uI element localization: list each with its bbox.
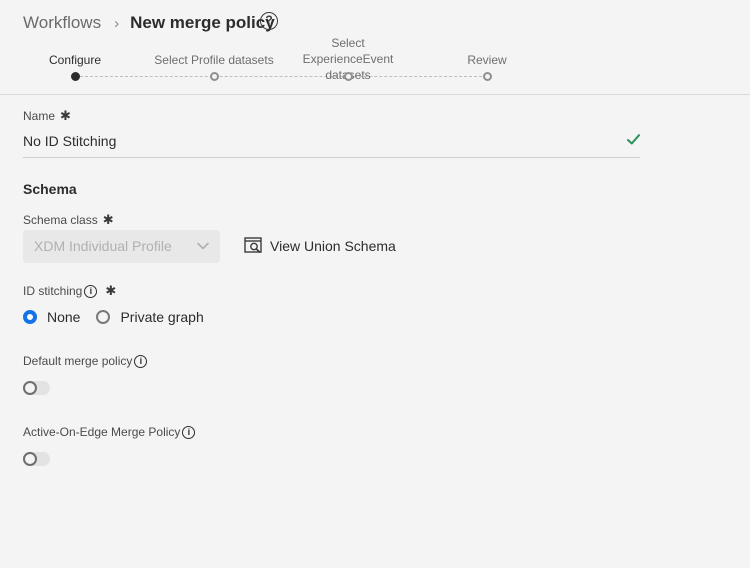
info-icon[interactable]: i <box>134 354 148 368</box>
stepper: Configure Select Profile datasets Select… <box>0 0 750 95</box>
active-on-edge-label-text: Active-On-Edge Merge Policy <box>23 425 181 439</box>
name-label: Name ✱ <box>23 108 71 124</box>
id-stitching-label-text: ID stitching <box>23 284 83 298</box>
schema-section-title: Schema <box>23 181 77 197</box>
required-icon: ✱ <box>102 212 114 227</box>
checkmark-icon <box>627 134 640 145</box>
toggle-knob <box>23 381 37 395</box>
radio-private-graph-label: Private graph <box>120 309 204 325</box>
view-union-schema-button[interactable]: View Union Schema <box>244 236 396 255</box>
active-on-edge-label: Active-On-Edge Merge Policy i <box>23 425 196 439</box>
chevron-down-icon <box>197 242 209 250</box>
schema-search-icon <box>244 237 262 253</box>
step-dot <box>344 72 353 81</box>
step-dot <box>483 72 492 81</box>
radio-selected-indicator <box>23 310 37 324</box>
view-union-schema-label: View Union Schema <box>270 237 396 254</box>
schema-class-label: Schema class ✱ <box>23 212 114 228</box>
step-dot <box>210 72 219 81</box>
default-merge-policy-label: Default merge policy i <box>23 354 148 368</box>
step-configure[interactable]: Configure <box>0 0 155 95</box>
header: Workflows › New merge policy ? Configure… <box>0 0 750 95</box>
radio-private-graph[interactable]: Private graph <box>96 309 204 325</box>
step-dot <box>71 72 80 81</box>
radio-unselected-indicator <box>96 310 111 324</box>
step-review[interactable]: Review <box>407 0 567 95</box>
info-icon[interactable]: i <box>84 284 98 298</box>
required-icon: ✱ <box>60 108 71 123</box>
default-merge-policy-label-text: Default merge policy <box>23 354 133 368</box>
info-icon[interactable]: i <box>182 425 196 439</box>
name-input-value: No ID Stitching <box>23 133 117 149</box>
schema-class-select[interactable]: XDM Individual Profile <box>23 230 220 263</box>
active-on-edge-toggle[interactable] <box>23 452 50 466</box>
name-label-text: Name <box>23 109 56 123</box>
step-label: Configure <box>48 53 102 67</box>
default-merge-policy-toggle[interactable] <box>23 381 50 395</box>
schema-class-label-text: Schema class <box>23 213 98 227</box>
step-label: Review <box>467 53 507 67</box>
schema-class-value: XDM Individual Profile <box>34 238 172 254</box>
id-stitching-label: ID stitching i ✱ <box>23 283 116 299</box>
toggle-knob <box>23 452 37 466</box>
id-stitching-radio-group: None Private graph <box>23 309 220 325</box>
name-input[interactable]: No ID Stitching <box>23 128 640 158</box>
radio-none[interactable]: None <box>23 309 80 325</box>
step-select-experienceevent-datasets[interactable]: Select ExperienceEvent datasets <box>268 0 428 95</box>
required-icon: ✱ <box>105 283 117 298</box>
radio-none-label: None <box>47 309 81 325</box>
